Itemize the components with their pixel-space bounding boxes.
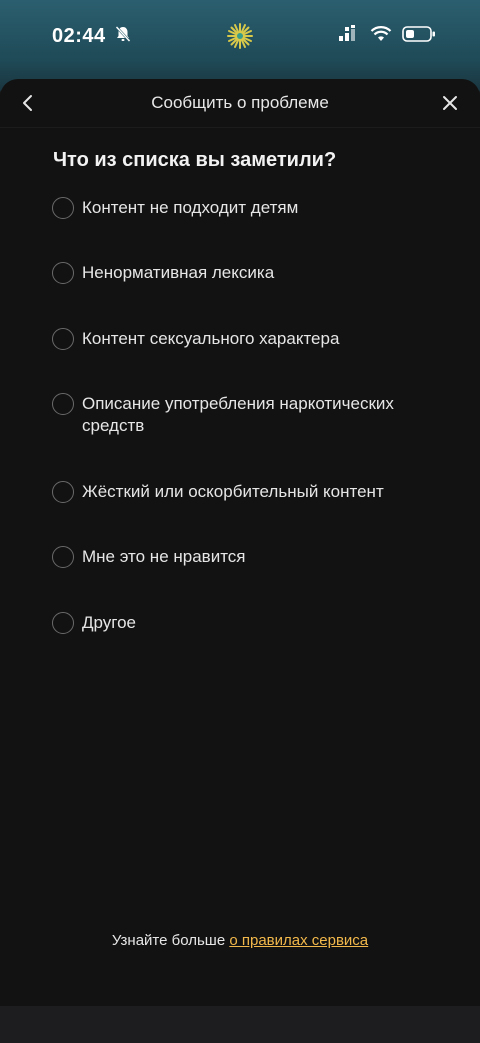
radio-button[interactable] <box>52 328 74 350</box>
radio-button[interactable] <box>52 197 74 219</box>
radio-button[interactable] <box>52 393 74 415</box>
option-label: Другое <box>82 613 137 632</box>
bell-muted-icon <box>114 25 132 48</box>
radio-button[interactable] <box>52 481 74 503</box>
radio-button[interactable] <box>52 612 74 634</box>
status-right <box>338 24 436 48</box>
option-label: Ненормативная лексика <box>82 263 275 282</box>
option-profanity[interactable]: Ненормативная лексика <box>52 262 432 284</box>
close-icon <box>443 96 457 110</box>
service-rules-link[interactable]: о правилах сервиса <box>229 932 368 949</box>
sheet-header: Сообщить о проблеме <box>0 79 480 128</box>
status-bar: 02:44 <box>0 0 480 72</box>
back-button[interactable] <box>16 91 40 115</box>
app-sun-icon <box>226 22 254 50</box>
option-not-for-kids[interactable]: Контент не подходит детям <box>52 197 432 219</box>
footer-prefix: Узнайте больше <box>111 932 230 949</box>
battery-icon <box>402 25 436 48</box>
option-label: Контент сексуального характера <box>82 329 340 348</box>
system-nav-bar <box>0 1006 480 1043</box>
option-label: Жёсткий или оскорбительный контент <box>82 482 384 501</box>
option-label: Мне это не нравится <box>82 547 246 566</box>
wifi-icon <box>370 25 392 48</box>
screen: 02:44 Сообщить о проблеме Что из списка … <box>0 0 480 1043</box>
status-left: 02:44 <box>52 25 132 48</box>
status-time: 02:44 <box>52 24 106 47</box>
option-violent[interactable]: Жёсткий или оскорбительный контент <box>52 481 432 503</box>
question-heading: Что из списка вы заметили? <box>53 149 337 171</box>
option-sexual-content[interactable]: Контент сексуального характера <box>52 328 432 350</box>
option-label: Контент не подходит детям <box>82 198 299 217</box>
chevron-left-icon <box>23 95 32 111</box>
report-sheet: Сообщить о проблеме Что из списка вы зам… <box>0 79 480 1006</box>
signal-icon <box>338 24 360 48</box>
option-label: Описание употребления наркотических сред… <box>82 394 394 435</box>
radio-button[interactable] <box>52 262 74 284</box>
option-dislike[interactable]: Мне это не нравится <box>52 546 432 568</box>
page-title: Сообщить о проблеме <box>151 93 329 112</box>
close-button[interactable] <box>438 91 462 115</box>
option-other[interactable]: Другое <box>52 612 432 634</box>
radio-button[interactable] <box>52 546 74 568</box>
option-drugs[interactable]: Описание употребления наркотических сред… <box>52 393 432 437</box>
footer-note: Узнайте больше о правилах сервиса <box>0 932 480 949</box>
